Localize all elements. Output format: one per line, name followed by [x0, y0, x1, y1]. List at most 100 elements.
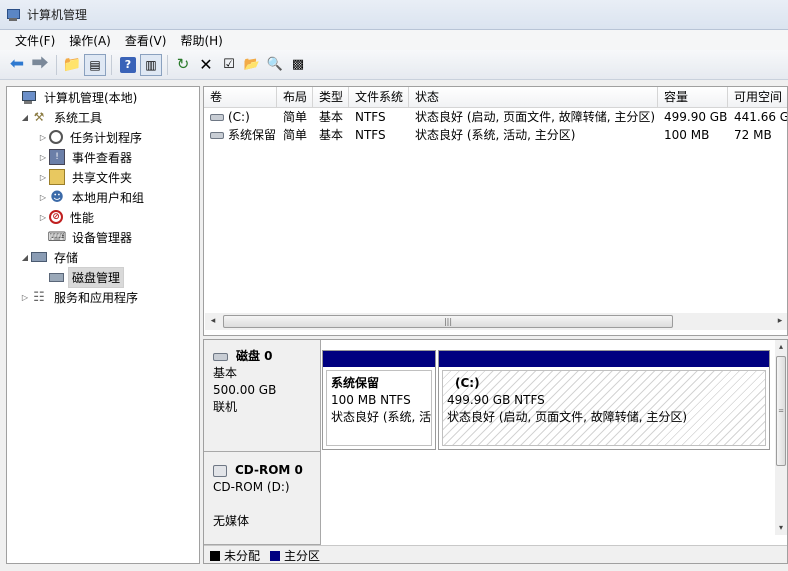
menu-bar: 文件(F) 操作(A) 查看(V) 帮助(H) — [0, 30, 788, 50]
show-hide-action-pane-icon[interactable]: ▥ — [140, 53, 162, 76]
device-manager-icon: ⌨ — [47, 229, 67, 245]
partition-body: 系统保留 100 MB NTFS 状态良好 (系统, 活 — [326, 370, 432, 446]
partition-name: 系统保留 — [331, 376, 380, 390]
volume-name: 系统保留 — [228, 128, 277, 142]
navigation-tree: 计算机管理(本地) ◢ ⚒ 系统工具 ▷ 任务计划程序 ▷ ! 事件查看器 ▷ … — [6, 86, 200, 564]
tree-item-local-users-groups[interactable]: ▷ ☻ 本地用户和组 — [37, 187, 147, 207]
toolbar: ⬅ ⮕ 📁 ▤ ? ▥ ↻ ✕ ☑ 📂 🔍 ▩ — [0, 50, 788, 80]
collapsed-arrow-icon[interactable]: ▷ — [19, 293, 31, 302]
partition-c-drive[interactable]: (C:) 499.90 GB NTFS 状态良好 (启动, 页面文件, 故障转储… — [438, 350, 770, 450]
toolbar-separator — [167, 54, 168, 75]
primary-partition-bar — [323, 351, 435, 367]
volume-icon — [210, 132, 224, 139]
clock-icon — [49, 130, 63, 144]
title-bar: 计算机管理 — [0, 0, 788, 30]
refresh-icon[interactable]: ↻ — [172, 54, 194, 76]
menu-view[interactable]: 查看(V) — [118, 32, 174, 49]
type-cell: 基本 — [319, 110, 344, 124]
tree-item-computer-management[interactable]: 计算机管理(本地) — [9, 87, 140, 107]
tree-label: 计算机管理(本地) — [44, 90, 138, 105]
tree-label: 服务和应用程序 — [54, 290, 139, 305]
legend-label: 主分区 — [284, 549, 321, 563]
content-pane: 卷 布局 类型 文件系统 状态 容量 可用空间 (C:) 简单 基本 NTFS … — [203, 86, 788, 564]
menu-file[interactable]: 文件(F) — [8, 32, 62, 49]
column-header: 卷 布局 类型 文件系统 状态 容量 可用空间 — [204, 87, 787, 108]
volume-list: 卷 布局 类型 文件系统 状态 容量 可用空间 (C:) 简单 基本 NTFS … — [203, 86, 788, 336]
scrollbar-thumb[interactable]: ||| — [223, 315, 673, 328]
show-hide-tree-icon[interactable]: ▤ — [84, 53, 106, 76]
cdrom-kind: CD-ROM (D:) — [213, 480, 290, 494]
partition-status: 状态良好 (系统, 活 — [331, 410, 432, 424]
fs-cell: NTFS — [355, 128, 386, 142]
tree-item-device-manager[interactable]: ⌨ 设备管理器 — [37, 227, 135, 247]
shared-folder-icon — [49, 169, 65, 185]
scroll-right-icon[interactable]: ▸ — [772, 313, 787, 330]
open-folder-icon[interactable]: 📂 — [241, 54, 263, 76]
vertical-scrollbar[interactable]: ▴ = ▾ — [775, 340, 787, 535]
tree-item-performance[interactable]: ▷ ⊘ 性能 — [37, 207, 97, 227]
volume-icon — [210, 114, 224, 121]
collapsed-arrow-icon[interactable]: ▷ — [37, 193, 49, 202]
disk-export-icon[interactable]: ▩ — [287, 54, 309, 76]
tree-label: 事件查看器 — [72, 150, 133, 165]
volume-cell: (C:) — [204, 108, 277, 126]
tree-item-disk-management[interactable]: 磁盘管理 — [37, 266, 125, 288]
services-icon: ☷ — [33, 289, 45, 305]
tree-label: 存储 — [54, 250, 79, 265]
free-cell: 441.66 GB — [734, 110, 787, 124]
menu-action[interactable]: 操作(A) — [62, 32, 118, 49]
collapsed-arrow-icon[interactable]: ▷ — [37, 173, 49, 182]
column-layout[interactable]: 布局 — [277, 87, 313, 108]
column-status[interactable]: 状态 — [409, 87, 658, 108]
back-arrow-icon[interactable]: ⬅ — [6, 54, 28, 76]
column-type[interactable]: 类型 — [313, 87, 349, 108]
properties-icon[interactable]: ☑ — [218, 54, 240, 76]
disk-state: 联机 — [213, 400, 238, 414]
tree-item-services-applications[interactable]: ▷ ☷ 服务和应用程序 — [19, 287, 141, 307]
expanded-arrow-icon[interactable]: ◢ — [19, 253, 31, 262]
column-file-system[interactable]: 文件系统 — [349, 87, 409, 108]
disk-0-label[interactable]: 磁盘 0 基本 500.00 GB 联机 — [204, 340, 321, 452]
collapsed-arrow-icon[interactable]: ▷ — [37, 133, 49, 142]
collapsed-arrow-icon[interactable]: ▷ — [37, 153, 49, 162]
tree-item-storage[interactable]: ◢ 存储 — [19, 247, 81, 267]
tree-item-event-viewer[interactable]: ▷ ! 事件查看器 — [37, 147, 135, 167]
tree-item-shared-folders[interactable]: ▷ 共享文件夹 — [37, 167, 135, 187]
expanded-arrow-icon[interactable]: ◢ — [19, 113, 31, 122]
scroll-down-icon[interactable]: ▾ — [775, 521, 787, 535]
primary-partition-bar — [439, 351, 769, 367]
delete-icon[interactable]: ✕ — [195, 54, 217, 76]
collapsed-arrow-icon[interactable]: ▷ — [37, 213, 49, 222]
partition-size: 100 MB NTFS — [331, 393, 411, 407]
partition-name: (C:) — [455, 376, 480, 390]
menu-help[interactable]: 帮助(H) — [173, 32, 229, 49]
scrollbar-thumb[interactable]: = — [776, 356, 786, 466]
column-free-space[interactable]: 可用空间 — [728, 87, 787, 108]
users-icon: ☻ — [50, 189, 64, 205]
legend-primary: 主分区 — [270, 547, 321, 563]
column-volume[interactable]: 卷 — [204, 87, 277, 108]
help-icon[interactable]: ? — [120, 56, 136, 73]
status-cell: 状态良好 (系统, 活动, 主分区) — [415, 128, 576, 142]
partition-system-reserved[interactable]: 系统保留 100 MB NTFS 状态良好 (系统, 活 — [322, 350, 436, 450]
scroll-left-icon[interactable]: ◂ — [205, 313, 221, 330]
toolbar-separator — [111, 54, 112, 75]
horizontal-scrollbar[interactable]: ◂ ||| ▸ — [205, 313, 787, 330]
system-tools-icon: ⚒ — [33, 110, 45, 124]
tree-item-system-tools[interactable]: ◢ ⚒ 系统工具 — [19, 107, 105, 127]
cdrom-0-label[interactable]: CD-ROM 0 CD-ROM (D:) 无媒体 — [204, 452, 321, 545]
tree-label: 任务计划程序 — [70, 130, 143, 145]
tree-item-task-scheduler[interactable]: ▷ 任务计划程序 — [37, 127, 145, 147]
column-capacity[interactable]: 容量 — [658, 87, 728, 108]
table-row[interactable]: 系统保留 简单 基本 NTFS 状态良好 (系统, 活动, 主分区) 100 M… — [204, 126, 787, 144]
partition-size: 499.90 GB NTFS — [447, 393, 545, 407]
volume-name: (C:) — [228, 110, 250, 124]
up-folder-icon[interactable]: 📁 — [61, 54, 83, 76]
table-row[interactable]: (C:) 简单 基本 NTFS 状态良好 (启动, 页面文件, 故障转储, 主分… — [204, 108, 787, 126]
free-cell: 72 MB — [734, 128, 772, 142]
forward-arrow-icon[interactable]: ⮕ — [29, 54, 51, 76]
status-cell: 状态良好 (启动, 页面文件, 故障转储, 主分区) — [415, 110, 656, 124]
search-icon[interactable]: 🔍 — [264, 54, 286, 76]
scroll-up-icon[interactable]: ▴ — [775, 340, 787, 354]
computer-management-icon — [6, 8, 22, 22]
